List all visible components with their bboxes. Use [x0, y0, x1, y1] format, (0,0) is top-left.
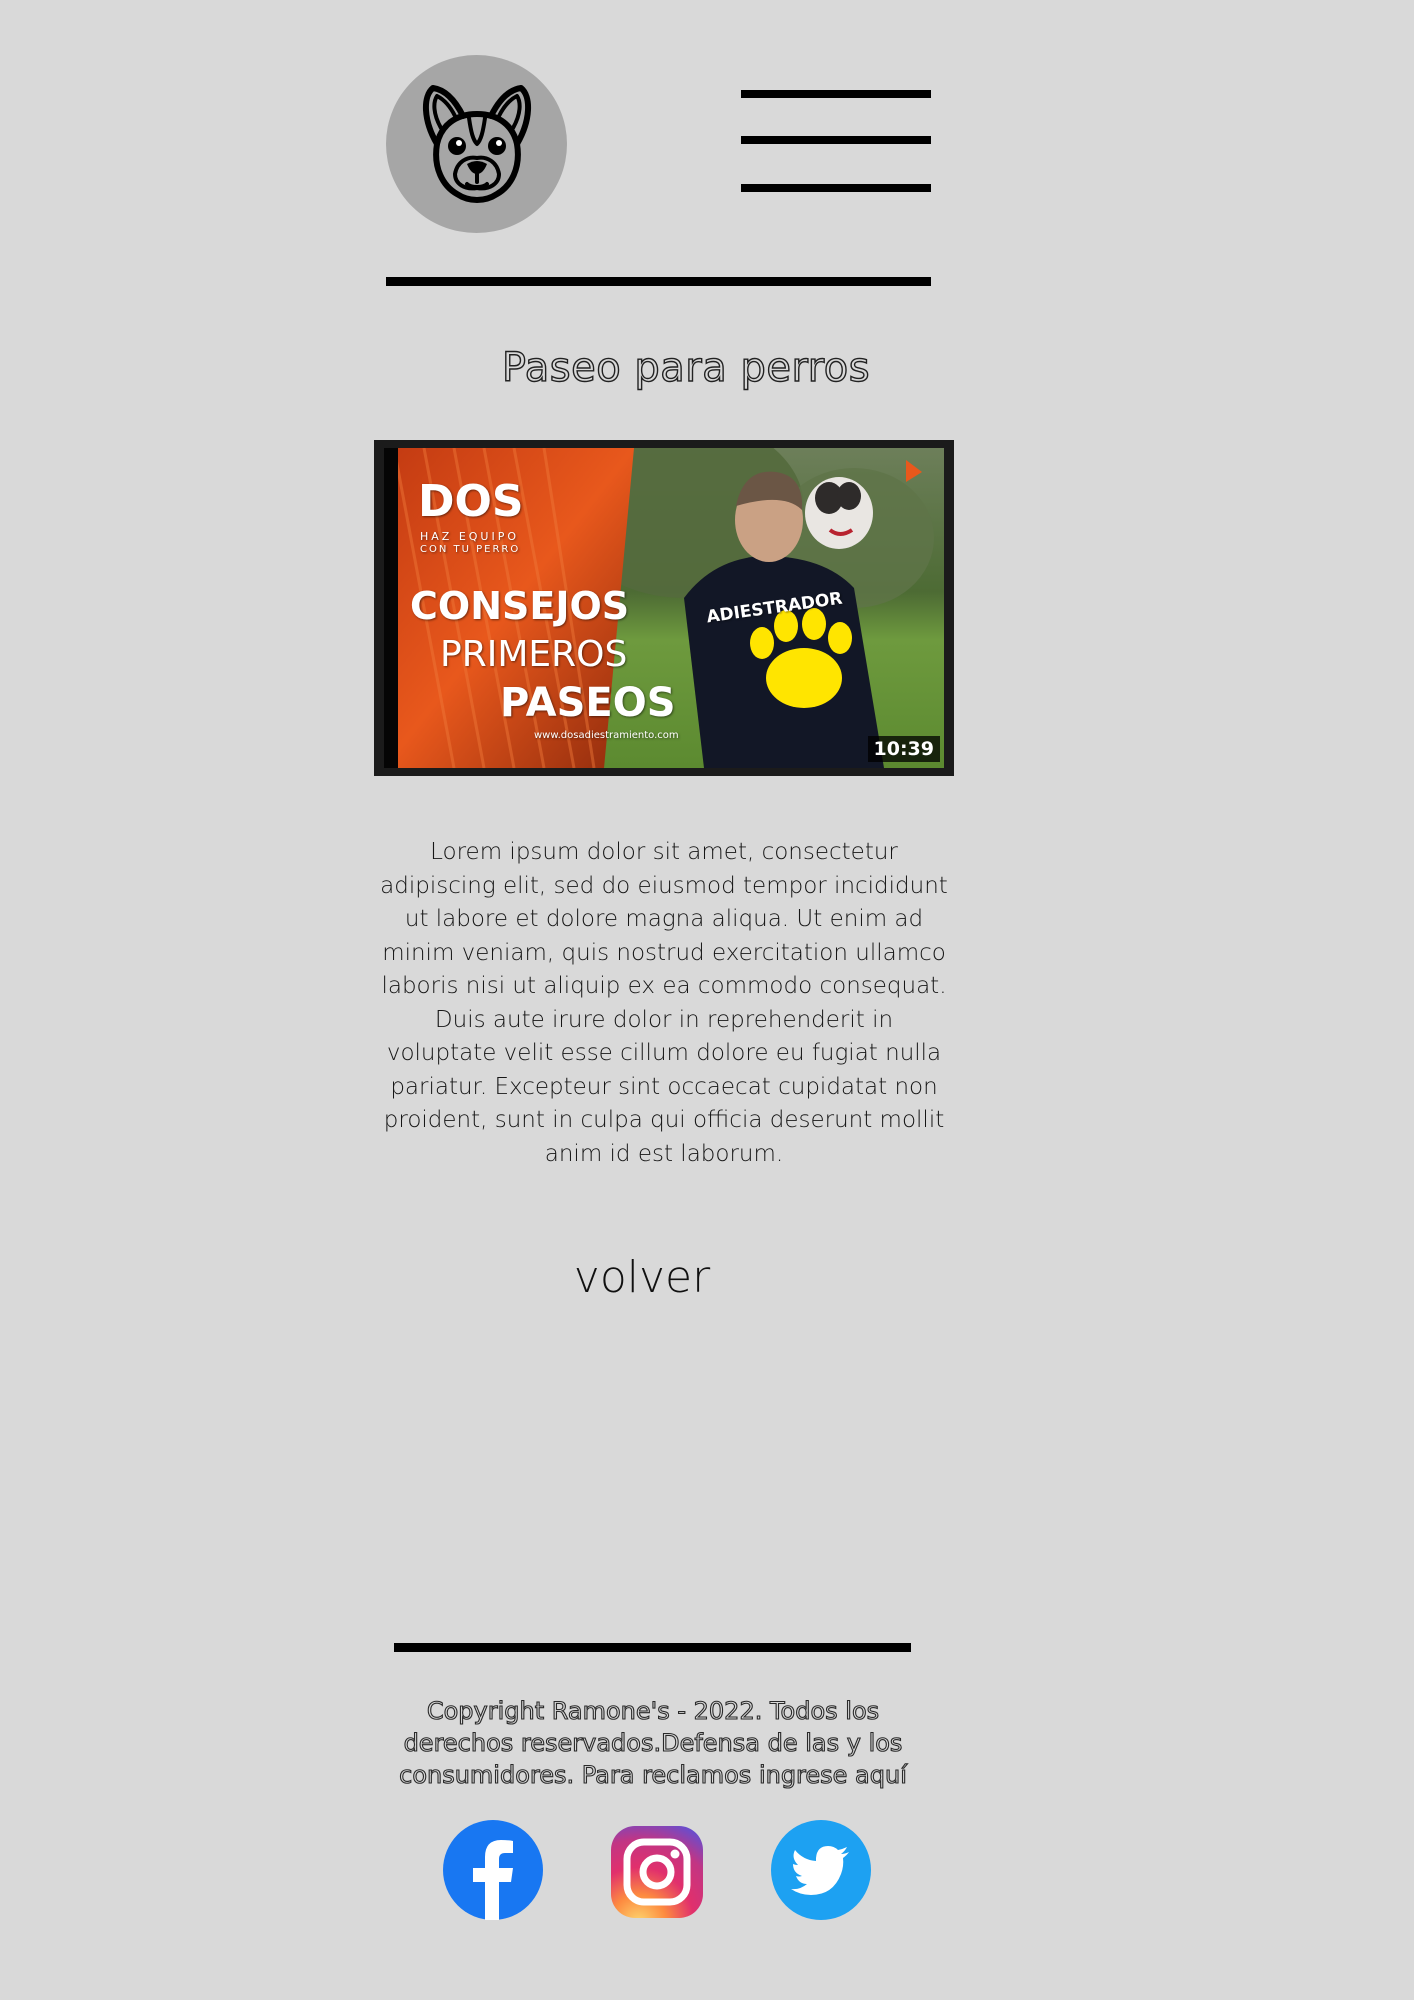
video-headline-2: PRIMEROS	[440, 634, 628, 675]
video-headline-1: CONSEJOS	[410, 584, 630, 628]
hamburger-menu-icon[interactable]	[741, 88, 931, 194]
logo[interactable]	[386, 55, 567, 233]
page-title: Paseo para perros	[501, 344, 871, 391]
instagram-link[interactable]	[607, 1820, 707, 1920]
footer-divider	[394, 1643, 911, 1652]
facebook-link[interactable]	[443, 1820, 543, 1920]
footer-copyright: Copyright Ramone's - 2022. Todos los der…	[399, 1696, 908, 1789]
twitter-link[interactable]	[771, 1820, 871, 1920]
instagram-icon	[611, 1826, 703, 1918]
video-website: www.dosadiestramiento.com	[534, 730, 679, 741]
menu-bar	[741, 136, 931, 144]
video-headline-3: PASEOS	[500, 680, 676, 726]
facebook-icon	[443, 1820, 543, 1920]
back-link[interactable]: volver	[560, 1252, 724, 1303]
video-tagline-1: HAZ EQUIPO	[420, 530, 520, 543]
menu-bar	[741, 184, 931, 192]
header-divider	[386, 277, 931, 286]
video-brand: DOS	[418, 476, 524, 527]
french-bulldog-icon	[422, 85, 531, 203]
video-tagline-2: CON TU PERRO	[420, 544, 521, 555]
menu-bar	[741, 90, 931, 98]
twitter-icon	[771, 1820, 871, 1920]
video-duration-badge: 10:39	[867, 736, 940, 762]
video-thumbnail[interactable]: DOS HAZ EQUIPO CON TU PERRO CONSEJOS PRI…	[374, 440, 954, 776]
body-paragraph: Lorem ipsum dolor sit amet, consectetur …	[380, 839, 948, 1167]
